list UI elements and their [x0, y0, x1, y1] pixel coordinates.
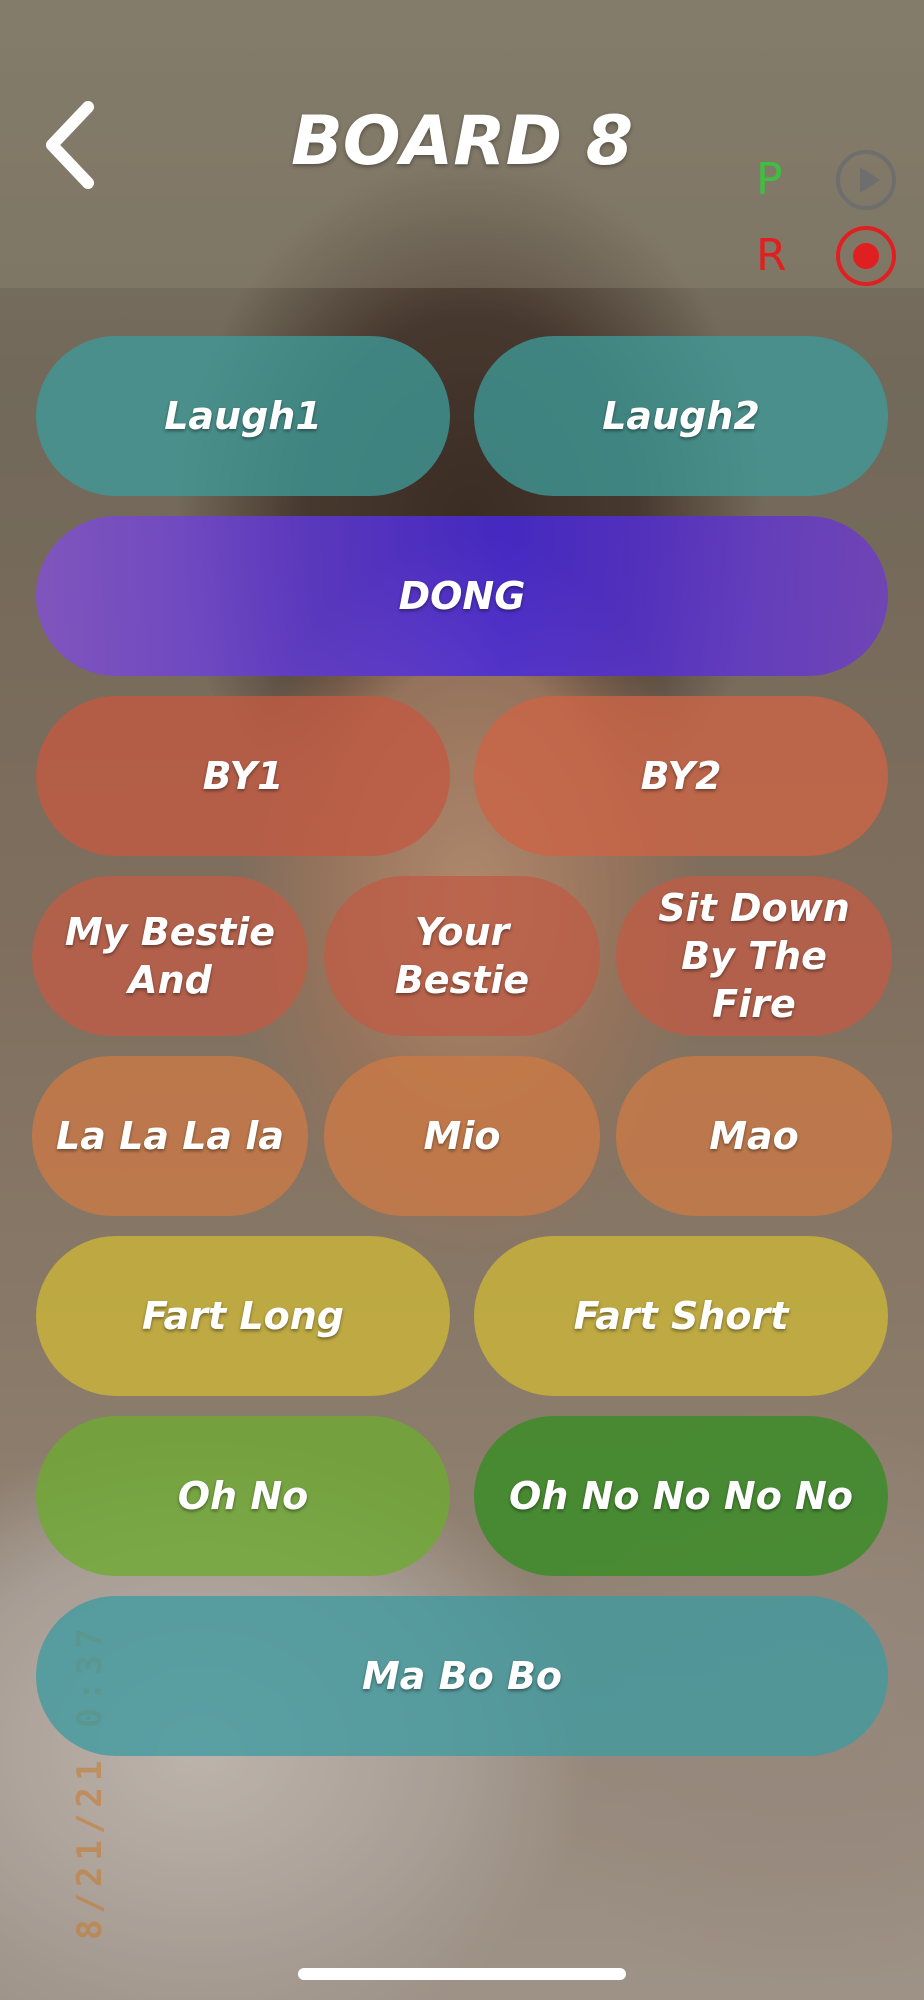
sound-button-sit-down-by-the-fire[interactable]: Sit Down By The Fire [616, 876, 892, 1036]
sound-button-ma-bo-bo[interactable]: Ma Bo Bo [36, 1596, 888, 1756]
sound-button-by2[interactable]: BY2 [474, 696, 888, 856]
sound-button-oh-no-no-no-no[interactable]: Oh No No No No [474, 1416, 888, 1576]
sound-button-mao[interactable]: Mao [616, 1056, 892, 1216]
sound-button-dong[interactable]: DONG [36, 516, 888, 676]
sound-button-mio[interactable]: Mio [324, 1056, 600, 1216]
play-icon [836, 150, 896, 210]
play-label: P [756, 154, 783, 205]
record-control[interactable]: R [756, 226, 896, 286]
sound-button-la-la-la-la[interactable]: La La La la [32, 1056, 308, 1216]
sound-button-oh-no[interactable]: Oh No [36, 1416, 450, 1576]
sound-button-your-bestie[interactable]: Your Bestie [324, 876, 600, 1036]
sound-button-fart-long[interactable]: Fart Long [36, 1236, 450, 1396]
header-bar: BOARD 8 P R [0, 0, 924, 288]
record-icon [836, 226, 896, 286]
sound-button-laugh2[interactable]: Laugh2 [474, 336, 888, 496]
play-control[interactable]: P [756, 150, 896, 210]
sound-button-fart-short[interactable]: Fart Short [474, 1236, 888, 1396]
sound-button-my-bestie-and[interactable]: My Bestie And [32, 876, 308, 1036]
home-indicator[interactable] [298, 1968, 626, 1980]
sound-button-by1[interactable]: BY1 [36, 696, 450, 856]
record-label: R [756, 230, 787, 281]
sound-button-laugh1[interactable]: Laugh1 [36, 336, 450, 496]
